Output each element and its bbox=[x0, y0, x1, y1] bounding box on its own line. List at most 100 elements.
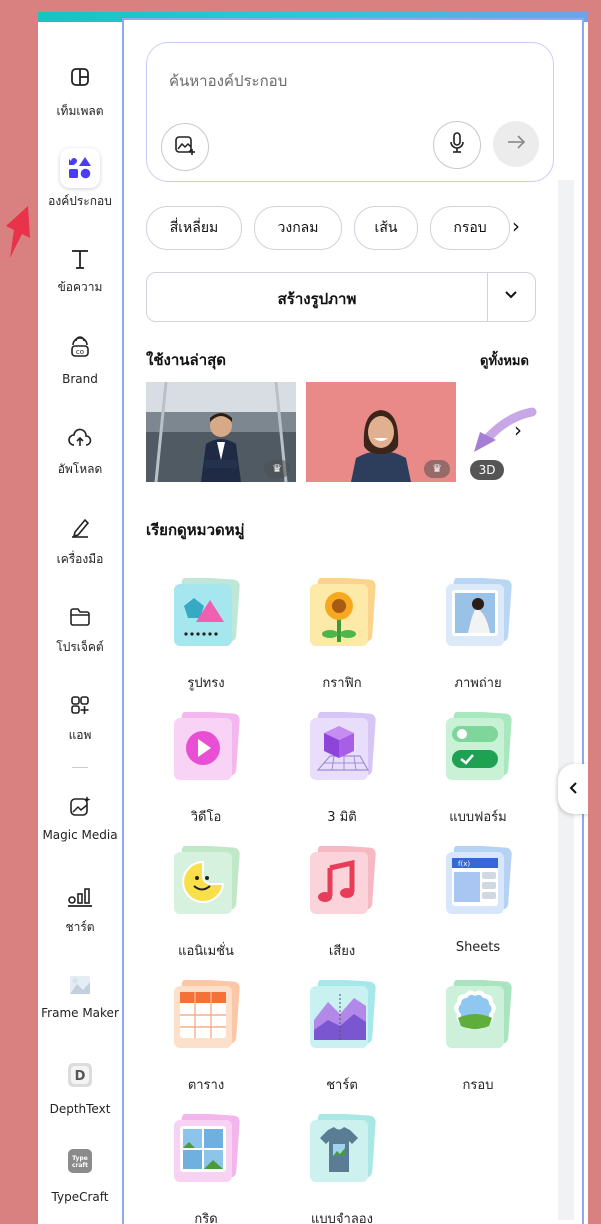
tshirt-mockup-icon bbox=[306, 1112, 378, 1184]
sidebar-item-typecraft[interactable]: Type craft TypeCraft bbox=[38, 1146, 122, 1224]
sidebar: เท็มเพลต องค์ประกอบ ข้อความ co Brand อัพ… bbox=[38, 22, 122, 1224]
category-grids[interactable]: กริด bbox=[146, 1112, 266, 1224]
apps-icon bbox=[65, 690, 95, 720]
shapes-icon bbox=[60, 148, 100, 188]
sticker-smiley-icon bbox=[170, 844, 242, 916]
category-animation[interactable]: แอนิเมชั่น bbox=[146, 844, 266, 966]
pen-icon bbox=[65, 512, 95, 542]
chip-frame[interactable]: กรอบ bbox=[430, 206, 510, 250]
category-3d[interactable]: 3 มิติ bbox=[282, 710, 402, 832]
category-photos[interactable]: ภาพถ่าย bbox=[418, 576, 538, 698]
sidebar-item-depthtext[interactable]: D DepthText bbox=[38, 1060, 122, 1140]
cube-3d-icon bbox=[306, 710, 378, 782]
category-label: แบบจำลอง bbox=[311, 1212, 373, 1224]
category-forms[interactable]: แบบฟอร์ม bbox=[418, 710, 538, 832]
sidebar-item-label: แอพ bbox=[68, 728, 92, 742]
category-label: Sheets bbox=[455, 940, 501, 955]
category-label: แบบฟอร์ม bbox=[449, 810, 507, 825]
sidebar-item-magic-media[interactable]: Magic Media bbox=[38, 792, 122, 872]
category-charts[interactable]: ชาร์ต bbox=[282, 978, 402, 1100]
sidebar-item-text[interactable]: ข้อความ bbox=[38, 244, 122, 324]
sidebar-item-tools[interactable]: เครื่องมือ bbox=[38, 512, 122, 592]
sidebar-item-brand[interactable]: co Brand bbox=[38, 332, 122, 412]
collapse-panel-button[interactable] bbox=[558, 764, 588, 814]
chips-next-chevron-icon[interactable]: › bbox=[512, 214, 520, 238]
svg-text:craft: craft bbox=[72, 1162, 88, 1169]
chip-square[interactable]: สี่เหลี่ยม bbox=[146, 206, 242, 250]
recent-next-chevron-icon[interactable]: › bbox=[514, 418, 522, 442]
sunflower-graphic-icon bbox=[306, 576, 378, 648]
chip-circle[interactable]: วงกลม bbox=[254, 206, 342, 250]
category-label: กริด bbox=[194, 1212, 218, 1224]
sidebar-item-uploads[interactable]: อัพโหลด bbox=[38, 424, 122, 504]
chip-line[interactable]: เส้น bbox=[354, 206, 418, 250]
frame-cloud-icon bbox=[442, 978, 514, 1050]
category-label: แอนิเมชั่น bbox=[178, 944, 234, 959]
premium-crown-icon: ♛ bbox=[264, 460, 290, 478]
shapes-category-icon bbox=[170, 576, 242, 648]
category-mockups[interactable]: แบบจำลอง bbox=[282, 1112, 402, 1224]
category-tables[interactable]: ตาราง bbox=[146, 978, 266, 1100]
category-audio[interactable]: เสียง bbox=[282, 844, 402, 966]
chevron-left-icon bbox=[569, 780, 579, 799]
category-label: วิดีโอ bbox=[190, 810, 222, 825]
image-search-button[interactable] bbox=[161, 123, 209, 171]
upload-cloud-icon bbox=[65, 424, 95, 454]
microphone-icon bbox=[448, 131, 466, 159]
area-chart-icon bbox=[306, 978, 378, 1050]
sidebar-item-elements[interactable]: องค์ประกอบ bbox=[38, 148, 122, 232]
magic-media-icon bbox=[65, 792, 95, 822]
sidebar-item-label: Frame Maker bbox=[41, 1006, 119, 1020]
recent-thumbnail-woman[interactable]: ♛ bbox=[306, 382, 456, 482]
sidebar-item-projects[interactable]: โปรเจ็คต์ bbox=[38, 602, 122, 682]
sheets-fx-icon: f(x) bbox=[442, 844, 514, 916]
form-toggle-icon bbox=[442, 710, 514, 782]
search-input[interactable]: ค้นหาองค์ประกอบ bbox=[169, 69, 287, 93]
search-box[interactable]: ค้นหาองค์ประกอบ bbox=[146, 42, 554, 182]
sidebar-item-label: องค์ประกอบ bbox=[48, 194, 112, 208]
category-label: กราฟิก bbox=[322, 676, 362, 691]
submit-search-button[interactable] bbox=[493, 121, 539, 167]
brand-icon: co bbox=[65, 332, 95, 362]
category-label: 3 มิติ bbox=[327, 810, 357, 825]
chart-icon bbox=[65, 882, 95, 912]
voice-search-button[interactable] bbox=[433, 121, 481, 169]
sidebar-item-label: ชาร์ต bbox=[65, 920, 95, 934]
category-label: กรอบ bbox=[462, 1078, 494, 1093]
video-play-icon bbox=[170, 710, 242, 782]
folder-icon bbox=[65, 602, 95, 632]
category-label: รูปทรง bbox=[187, 676, 225, 691]
sidebar-item-label: โปรเจ็คต์ bbox=[56, 640, 104, 654]
category-label: ชาร์ต bbox=[326, 1078, 358, 1093]
pointer-arrow-icon bbox=[6, 206, 30, 258]
sidebar-item-charts[interactable]: ชาร์ต bbox=[38, 882, 122, 962]
category-label: เสียง bbox=[328, 944, 356, 959]
premium-crown-icon: ♛ bbox=[424, 460, 450, 478]
svg-text:co: co bbox=[76, 348, 84, 356]
frame-maker-icon bbox=[65, 970, 95, 1000]
panel-scrollbar[interactable] bbox=[558, 180, 574, 1220]
category-frames[interactable]: กรอบ bbox=[418, 978, 538, 1100]
chevron-down-icon[interactable] bbox=[487, 285, 535, 304]
sidebar-item-label: TypeCraft bbox=[51, 1190, 109, 1204]
category-video[interactable]: วิดีโอ bbox=[146, 710, 266, 832]
sidebar-item-label: ข้อความ bbox=[57, 280, 103, 294]
see-all-link[interactable]: ดูทั้งหมด bbox=[480, 350, 529, 371]
recent-thumbnail-businessman[interactable]: ♛ bbox=[146, 382, 296, 482]
sidebar-item-frame-maker[interactable]: Frame Maker bbox=[38, 970, 122, 1050]
sidebar-item-templates[interactable]: เท็มเพลต bbox=[38, 62, 122, 142]
layout-icon bbox=[65, 62, 95, 92]
grid-icon bbox=[170, 1112, 242, 1184]
sidebar-item-label: อัพโหลด bbox=[57, 462, 103, 476]
sidebar-item-label: เครื่องมือ bbox=[56, 552, 104, 566]
sidebar-divider bbox=[72, 767, 88, 768]
sidebar-item-apps[interactable]: แอพ bbox=[38, 690, 122, 770]
category-graphics[interactable]: กราฟิก bbox=[282, 576, 402, 698]
category-shapes[interactable]: รูปทรง bbox=[146, 576, 266, 698]
badge-3d: 3D bbox=[470, 460, 504, 480]
create-image-dropdown[interactable]: สร้างรูปภาพ bbox=[146, 272, 536, 322]
category-label: ตาราง bbox=[187, 1078, 225, 1093]
typecraft-icon: Type craft bbox=[65, 1146, 95, 1176]
category-sheets[interactable]: f(x) Sheets bbox=[418, 844, 538, 966]
sidebar-item-label: เท็มเพลต bbox=[56, 104, 104, 118]
